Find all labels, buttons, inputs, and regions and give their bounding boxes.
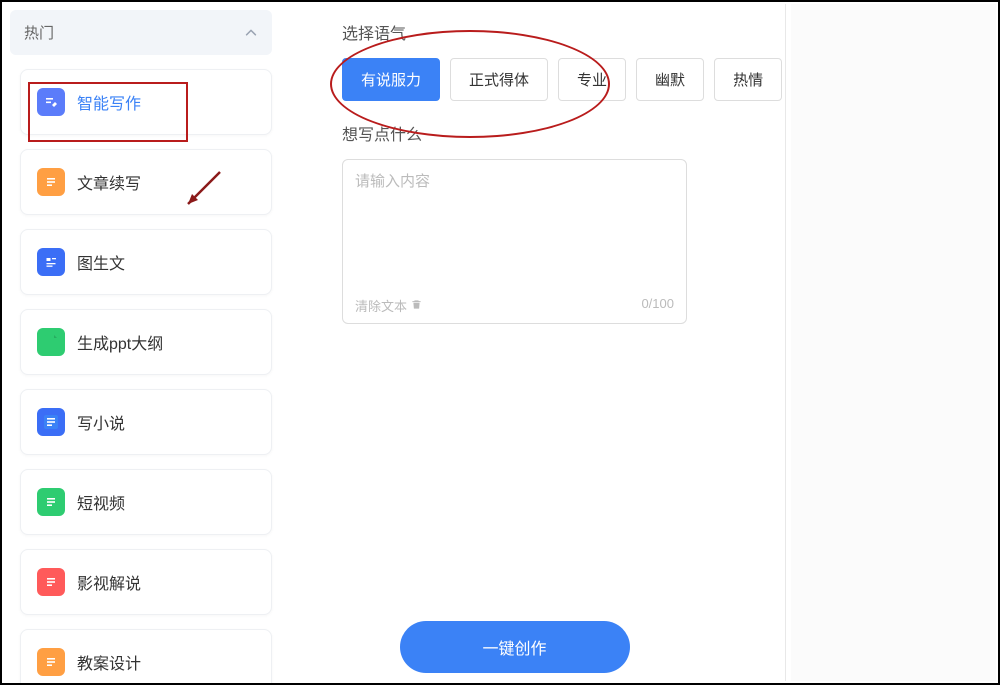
- sidebar-item-label: 文章续写: [77, 170, 141, 194]
- sidebar-item-short-video[interactable]: 短视频: [20, 469, 272, 535]
- sidebar-item-image-to-text[interactable]: 图生文: [20, 229, 272, 295]
- doc-orange-icon: [37, 648, 65, 676]
- panel-divider: [785, 4, 786, 681]
- trash-icon: [411, 298, 422, 313]
- doc-lines-icon: [37, 168, 65, 196]
- create-button[interactable]: 一键创作: [400, 621, 630, 673]
- chevron-up-icon: [244, 26, 258, 40]
- doc-write-icon: [37, 408, 65, 436]
- sidebar-item-lesson-plan[interactable]: 教案设计: [20, 629, 272, 683]
- doc-edit-icon: [37, 88, 65, 116]
- doc-red-icon: [37, 568, 65, 596]
- doc-green-icon: [37, 488, 65, 516]
- sidebar-item-label: 写小说: [77, 410, 125, 434]
- tone-passion[interactable]: 热情: [714, 58, 782, 101]
- tone-persuasive[interactable]: 有说服力: [342, 58, 440, 101]
- sidebar-item-movie-commentary[interactable]: 影视解说: [20, 549, 272, 615]
- sidebar-item-continue-writing[interactable]: 文章续写: [20, 149, 272, 215]
- sidebar-item-label: 影视解说: [77, 570, 141, 594]
- textarea-footer: 清除文本 0/100: [355, 296, 674, 315]
- sidebar-item-label: 短视频: [77, 490, 125, 514]
- sidebar-item-label: 生成ppt大纲: [77, 330, 163, 354]
- sidebar-section-header[interactable]: 热门: [10, 10, 272, 55]
- sidebar-item-novel[interactable]: 写小说: [20, 389, 272, 455]
- sidebar-item-label: 图生文: [77, 250, 125, 274]
- sidebar-item-label: 智能写作: [77, 90, 141, 114]
- content-input[interactable]: [355, 170, 674, 280]
- image-text-icon: [37, 248, 65, 276]
- sidebar-item-label: 教案设计: [77, 650, 141, 674]
- tone-humor[interactable]: 幽默: [636, 58, 704, 101]
- content-textarea-wrap: 清除文本 0/100: [342, 159, 687, 324]
- sidebar-item-smart-writing[interactable]: 智能写作: [20, 69, 272, 135]
- right-panel: [791, 4, 996, 681]
- char-counter: 0/100: [641, 296, 674, 315]
- sidebar-list: 智能写作 文章续写 图生文 生成ppt大纲 写小说: [10, 69, 272, 683]
- submit-wrap: 一键创作: [342, 621, 687, 673]
- tone-formal[interactable]: 正式得体: [450, 58, 548, 101]
- clear-text-label: 清除文本: [355, 296, 407, 315]
- section-title: 热门: [24, 22, 54, 43]
- doc-fold-icon: [37, 328, 65, 356]
- clear-text-button[interactable]: 清除文本: [355, 296, 422, 315]
- sidebar: 热门 智能写作 文章续写 图生文 生成ppt: [2, 2, 282, 683]
- tone-professional[interactable]: 专业: [558, 58, 626, 101]
- sidebar-item-ppt-outline[interactable]: 生成ppt大纲: [20, 309, 272, 375]
